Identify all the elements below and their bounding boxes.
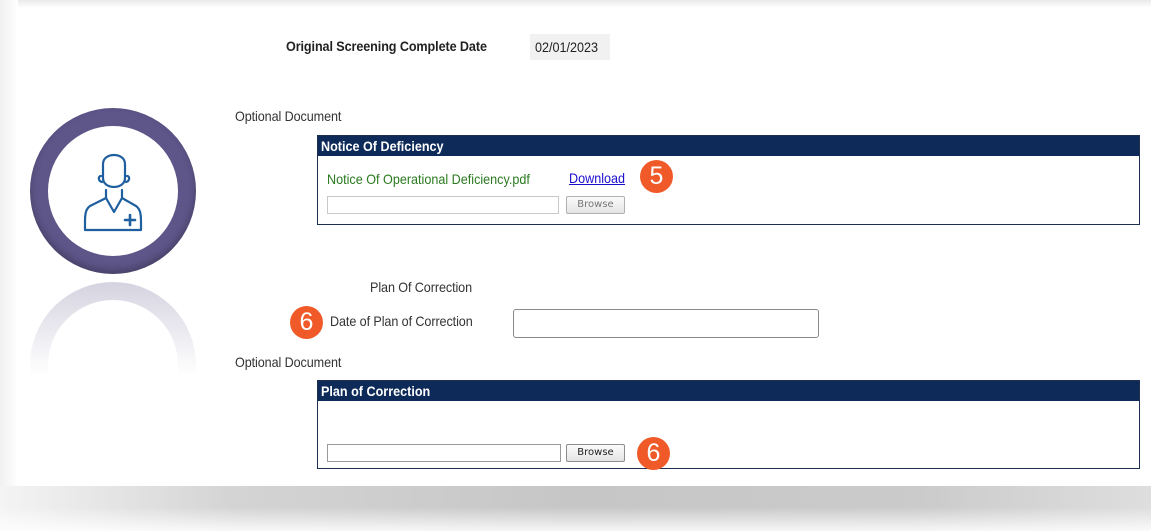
notice-file-name[interactable]: Notice Of Operational Deficiency.pdf [327,171,530,187]
avatar [30,108,196,274]
plan-panel-header: Plan of Correction [318,381,1139,401]
screening-date-value: 02/01/2023 [530,34,611,60]
step-marker-6-date: 6 [290,306,323,339]
notice-file-input[interactable] [327,196,559,214]
plan-file-input[interactable] [327,444,561,462]
user-plus-icon [83,153,143,232]
notice-browse-button[interactable]: Browse [566,196,625,214]
plan-browse-button[interactable]: Browse [566,444,625,462]
frame-left-edge [0,0,18,531]
frame-bottom-band [0,486,1151,531]
notice-panel-header: Notice Of Deficiency [318,136,1139,156]
step-marker-6-browse: 6 [637,437,670,470]
download-link[interactable]: Download [569,170,625,186]
step-marker-5: 5 [640,160,673,193]
optional-document-label: Optional Document [235,354,342,370]
plan-of-correction-heading: Plan Of Correction [370,279,473,295]
optional-document-label: Optional Document [235,108,342,124]
plan-date-input[interactable] [513,309,819,338]
screening-date-label: Original Screening Complete Date [286,38,487,54]
avatar-reflection [30,282,196,374]
notice-of-deficiency-panel: Notice Of Deficiency Notice Of Operation… [317,135,1140,225]
plan-of-correction-panel: Plan of Correction Browse [317,380,1140,469]
frame-top-edge [0,0,1151,8]
plan-date-label: Date of Plan of Correction [330,313,473,329]
